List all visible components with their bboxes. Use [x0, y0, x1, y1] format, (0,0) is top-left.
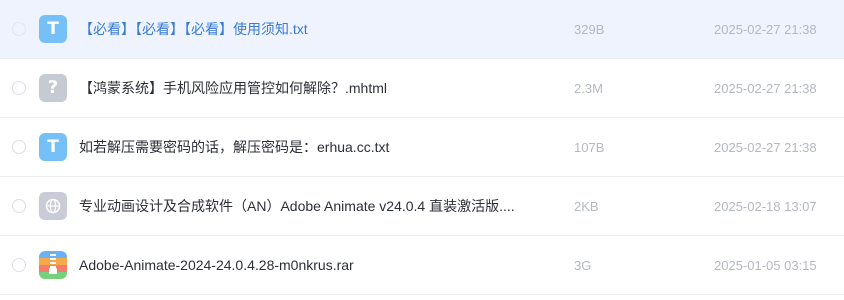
file-date: 2025-01-05 03:15: [714, 258, 817, 273]
unknown-file-icon: ?: [39, 74, 67, 102]
zipper-tab: [49, 268, 57, 274]
rar-archive-icon: [39, 251, 67, 279]
file-size: 2KB: [574, 199, 599, 214]
file-name[interactable]: 【必看】【必看】【必看】使用须知.txt: [79, 0, 308, 59]
file-date: 2025-02-27 21:38: [714, 22, 817, 37]
txt-file-icon: T: [39, 15, 67, 43]
file-row[interactable]: ? 【鸿蒙系统】手机风险应用管控如何解除？.mhtml 2.3M 2025-02…: [0, 59, 844, 118]
file-size: 107B: [574, 140, 605, 155]
file-name[interactable]: 【鸿蒙系统】手机风险应用管控如何解除？.mhtml: [79, 59, 387, 118]
file-name[interactable]: 专业动画设计及合成软件（AN）Adobe Animate v24.0.4 直装激…: [79, 177, 515, 236]
file-row[interactable]: Adobe-Animate-2024-24.0.4.28-m0nkrus.rar…: [0, 236, 844, 295]
file-date: 2025-02-18 13:07: [714, 199, 817, 214]
file-size: 329B: [574, 22, 605, 37]
file-row[interactable]: T 如若解压需要密码的话，解压密码是：erhua.cc.txt 107B 202…: [0, 118, 844, 177]
file-size: 3G: [574, 258, 592, 273]
txt-file-icon: T: [39, 133, 67, 161]
file-name[interactable]: 如若解压需要密码的话，解压密码是：erhua.cc.txt: [79, 118, 389, 177]
file-size: 2.3M: [574, 81, 603, 96]
web-file-icon: [39, 192, 67, 220]
globe-icon: [45, 198, 61, 214]
file-date: 2025-02-27 21:38: [714, 140, 817, 155]
row-checkbox[interactable]: [12, 199, 26, 213]
row-checkbox[interactable]: [12, 81, 26, 95]
file-row[interactable]: T 【必看】【必看】【必看】使用须知.txt 329B 2025-02-27 2…: [0, 0, 844, 59]
row-checkbox[interactable]: [12, 22, 26, 36]
row-checkbox[interactable]: [12, 258, 26, 272]
file-list: T 【必看】【必看】【必看】使用须知.txt 329B 2025-02-27 2…: [0, 0, 844, 295]
row-checkbox[interactable]: [12, 140, 26, 154]
file-row[interactable]: 专业动画设计及合成软件（AN）Adobe Animate v24.0.4 直装激…: [0, 177, 844, 236]
file-date: 2025-02-27 21:38: [714, 81, 817, 96]
file-name[interactable]: Adobe-Animate-2024-24.0.4.28-m0nkrus.rar: [79, 236, 354, 295]
